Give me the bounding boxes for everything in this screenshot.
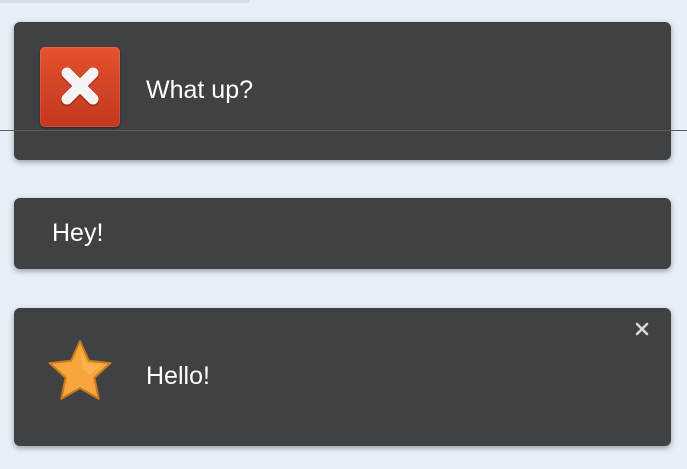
top-strip (0, 0, 250, 3)
notification-plain: Hey! (14, 198, 671, 269)
notification-message: What up? (146, 76, 254, 104)
notification-message: Hello! (146, 362, 210, 390)
close-button[interactable] (633, 320, 651, 338)
close-icon (635, 322, 649, 336)
notification-star: Hello! (14, 308, 671, 446)
notification-message: Hey! (52, 219, 104, 247)
star-icon (40, 333, 120, 413)
error-x-icon (40, 47, 120, 127)
divider-line (0, 130, 687, 131)
notification-error: What up? (14, 22, 671, 160)
